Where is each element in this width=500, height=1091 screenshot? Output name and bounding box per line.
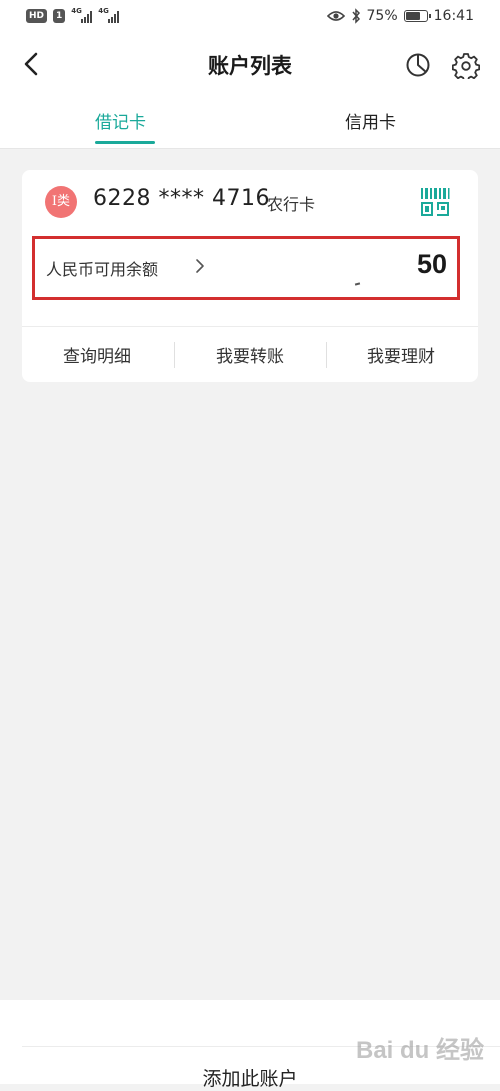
status-right: 75% 16:41 bbox=[326, 8, 474, 24]
view-details-button[interactable]: 查询明细 bbox=[22, 342, 172, 367]
tab-bar: 借记卡 信用卡 bbox=[0, 96, 500, 149]
balance-row[interactable]: 人民币可用余额 50 bbox=[32, 236, 460, 300]
card-number: 6228 **** 4716 bbox=[93, 186, 270, 211]
wealth-management-button[interactable]: 我要理财 bbox=[326, 342, 476, 367]
gear-icon[interactable] bbox=[452, 51, 480, 79]
status-left: HD 1 4G 4G bbox=[26, 7, 120, 23]
battery-fill bbox=[405, 12, 420, 20]
tab-credit-card[interactable]: 信用卡 bbox=[345, 108, 396, 133]
transfer-button[interactable]: 我要转账 bbox=[175, 342, 325, 367]
status-bar: HD 1 4G 4G 75% 16:41 bbox=[0, 0, 500, 36]
qr-code-icon[interactable] bbox=[419, 186, 451, 218]
nav-bar: 账户列表 bbox=[0, 36, 500, 96]
add-account-button[interactable]: 添加此账户 bbox=[0, 1064, 500, 1091]
network-type-label-2: 4G bbox=[98, 7, 109, 15]
chevron-right-icon bbox=[196, 259, 204, 273]
eye-icon bbox=[326, 11, 345, 21]
signal-icon-2: 4G bbox=[98, 7, 120, 23]
signal-icon: 4G bbox=[71, 7, 93, 23]
battery-icon bbox=[403, 10, 431, 22]
active-tab-indicator bbox=[95, 141, 155, 144]
watermark: Bai du 经验 bbox=[355, 1037, 484, 1064]
hd-badge: HD bbox=[26, 9, 48, 23]
tab-debit-card[interactable]: 借记卡 bbox=[95, 108, 146, 133]
pie-chart-icon[interactable] bbox=[405, 52, 431, 78]
balance-value: 50 bbox=[416, 249, 447, 279]
account-type-badge: I类 bbox=[45, 186, 77, 218]
sim-slot-badge: 1 bbox=[53, 9, 66, 23]
card-divider bbox=[22, 326, 478, 327]
clock: 16:41 bbox=[433, 8, 474, 24]
balance-label: 人民币可用余额 bbox=[46, 260, 159, 279]
network-type-label: 4G bbox=[71, 7, 82, 15]
battery-percent: 75% bbox=[366, 8, 398, 24]
account-card: I类 6228 **** 4716 农行卡 人民币可用余额 50 查询明细 我要… bbox=[22, 170, 478, 382]
bluetooth-icon bbox=[351, 8, 360, 24]
bank-name: 农行卡 bbox=[267, 195, 316, 214]
